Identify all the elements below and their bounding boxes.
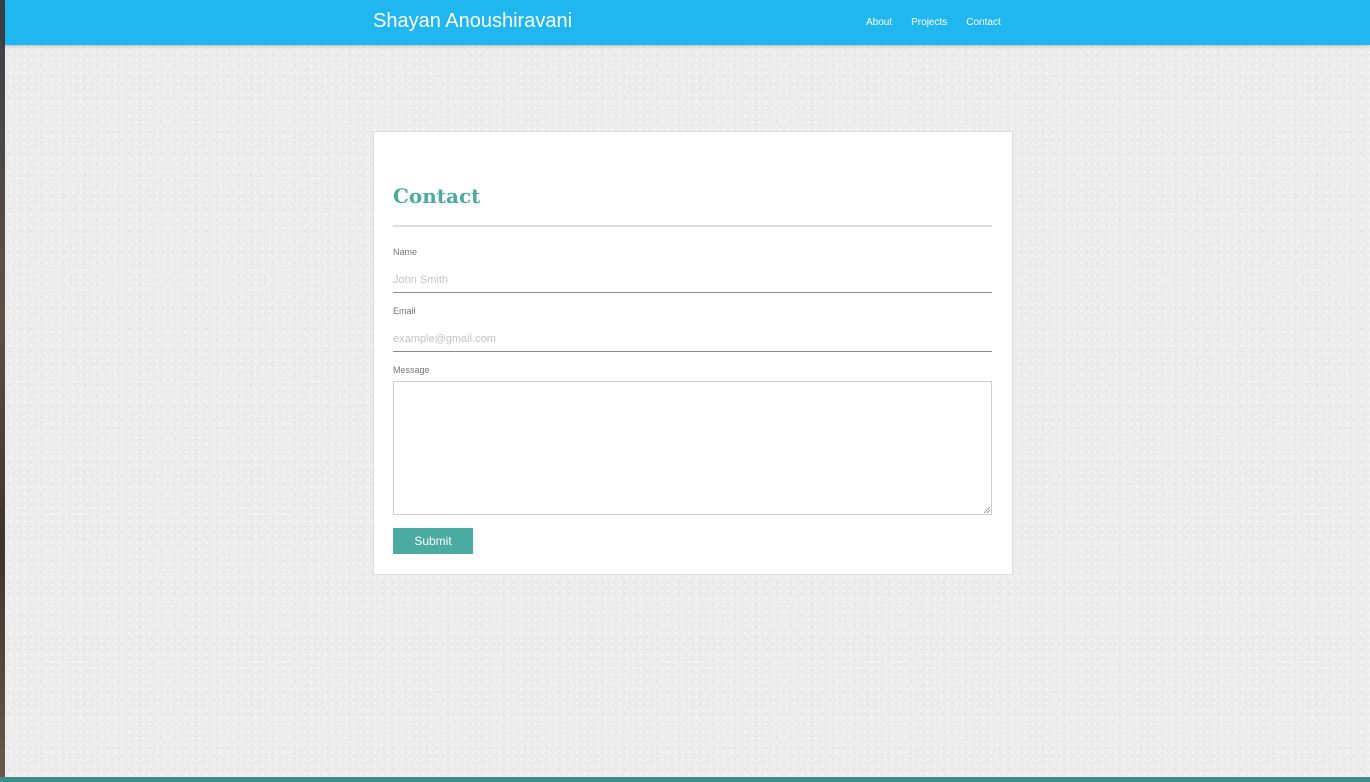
message-label: Message	[393, 365, 430, 375]
nav-link-about[interactable]: About	[866, 17, 892, 28]
bottom-edge	[0, 777, 1370, 782]
background-window-edge	[0, 0, 5, 782]
name-label: Name	[393, 247, 418, 257]
message-textarea[interactable]	[393, 381, 992, 515]
email-label: Email	[393, 306, 416, 316]
resize-handle-icon[interactable]	[983, 506, 990, 513]
main-nav: About Projects Contact	[866, 17, 1020, 28]
site-brand-link[interactable]: Shayan Anoushiravani	[373, 10, 572, 33]
name-input[interactable]	[393, 267, 992, 293]
top-navbar: Shayan Anoushiravani About Projects Cont…	[5, 0, 1370, 45]
email-input[interactable]	[393, 326, 992, 352]
nav-link-projects[interactable]: Projects	[911, 17, 947, 28]
nav-link-contact[interactable]: Contact	[966, 17, 1000, 28]
contact-card: Contact Name Email Message Submit	[373, 131, 1013, 575]
submit-button[interactable]: Submit	[393, 528, 473, 554]
title-divider	[393, 225, 992, 227]
page-title: Contact	[393, 184, 481, 208]
